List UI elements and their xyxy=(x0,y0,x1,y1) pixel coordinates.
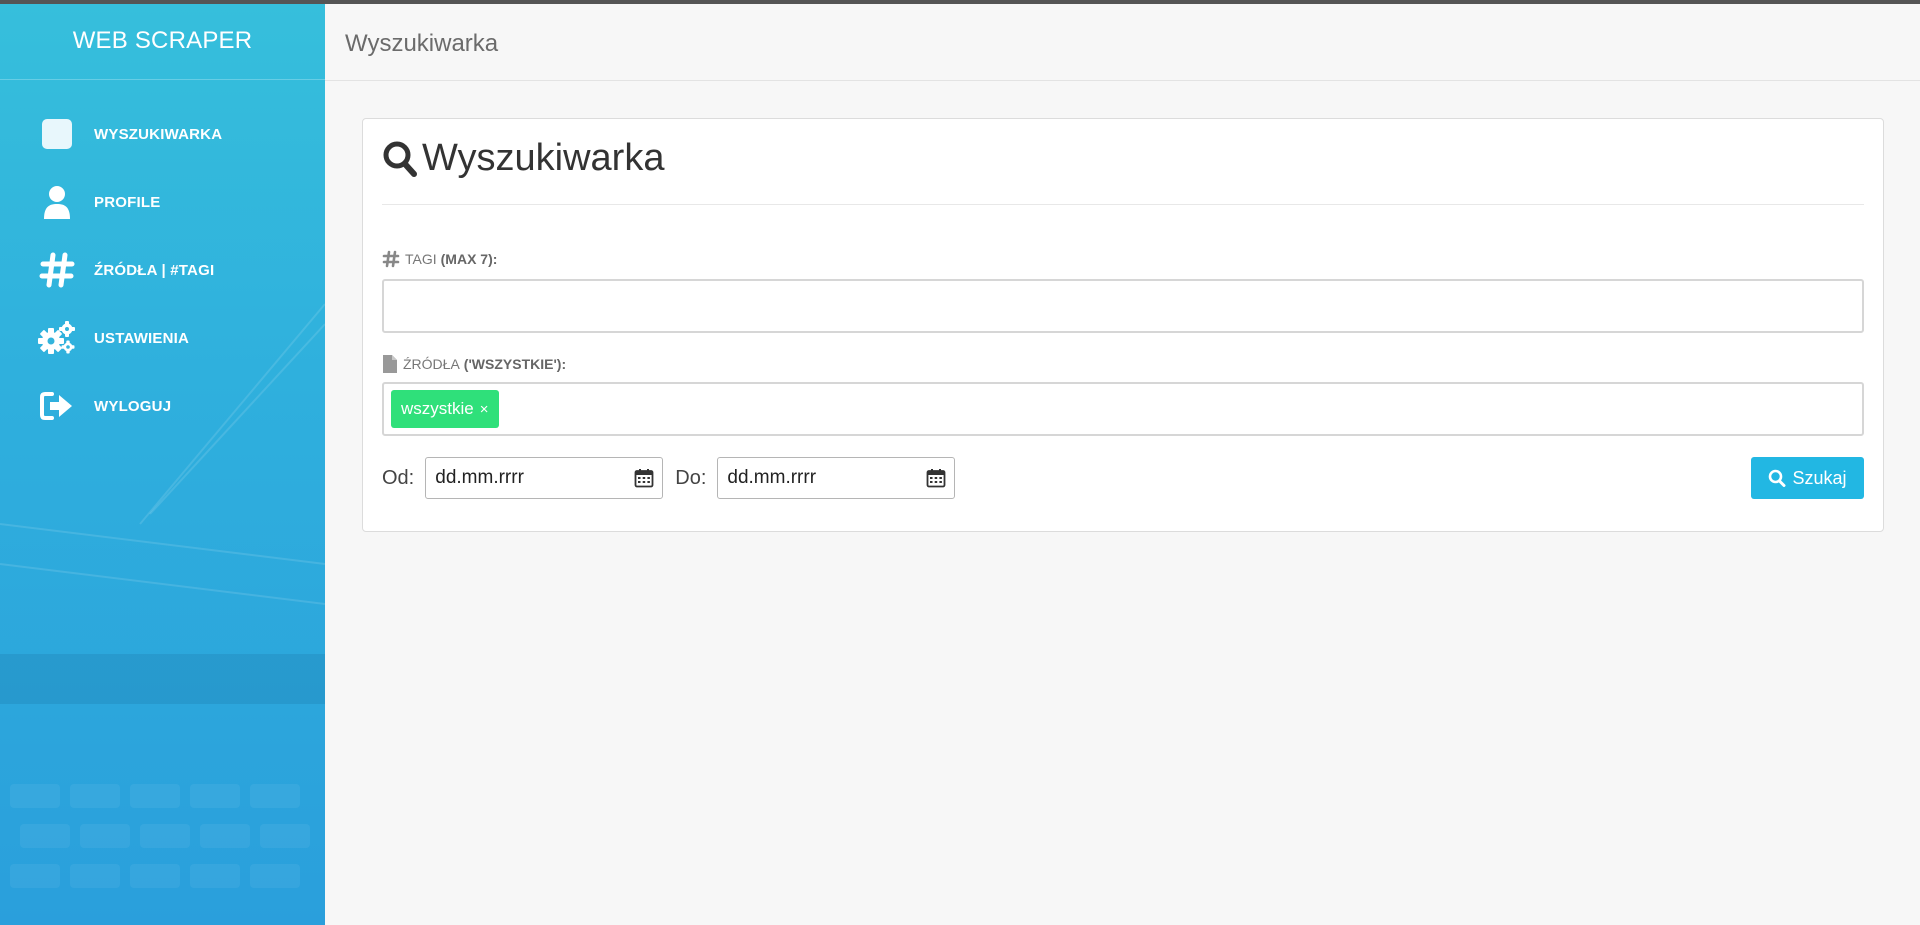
source-chip: wszystkie × xyxy=(391,390,499,428)
from-date-input[interactable]: dd.mm.rrrr xyxy=(425,457,664,499)
search-button-label: Szukaj xyxy=(1792,467,1847,488)
to-date-placeholder: dd.mm.rrrr xyxy=(727,467,817,488)
sidebar-item-wyszukiwarka[interactable]: WYSZUKIWARKA xyxy=(0,100,325,168)
from-label: Od: xyxy=(382,466,415,489)
to-date-input[interactable]: dd.mm.rrrr xyxy=(717,457,956,499)
window-top-border xyxy=(0,0,1920,4)
panel-title: Wyszukiwarka xyxy=(422,137,665,179)
sidebar-item-label: USTAWIENIA xyxy=(94,329,190,347)
divider xyxy=(382,204,1864,205)
calendar-icon[interactable] xyxy=(634,468,654,488)
tags-label-text: TAGI xyxy=(405,251,437,267)
sidebar-item-label: ŹRÓDŁA | #TAGI xyxy=(94,261,215,279)
from-date-placeholder: dd.mm.rrrr xyxy=(435,467,524,488)
to-label: Do: xyxy=(675,466,707,489)
sidebar-item-label: WYSZUKIWARKA xyxy=(94,125,223,143)
sidebar: WEB SCRAPER WYSZUKIWARKA PROFILE ŹRÓDŁA … xyxy=(0,4,325,925)
hashtag-icon xyxy=(382,250,400,268)
search-button[interactable]: Szukaj xyxy=(1751,457,1864,499)
tags-input[interactable] xyxy=(382,279,1864,333)
page-title: Wyszukiwarka xyxy=(345,30,499,57)
calendar-icon[interactable] xyxy=(926,468,946,488)
sign-out-icon xyxy=(38,387,76,425)
date-range-row: Od: dd.mm.rrrr Do: dd.mm.rrrr xyxy=(382,457,956,499)
sources-input[interactable]: wszystkie × xyxy=(382,382,1864,436)
search-icon xyxy=(383,141,417,177)
sidebar-item-ustawienia[interactable]: USTAWIENIA xyxy=(0,304,325,372)
sidebar-item-label: PROFILE xyxy=(94,193,161,211)
sidebar-item-profile[interactable]: PROFILE xyxy=(0,168,325,236)
sources-label-hint: ('WSZYSTKIE'): xyxy=(463,356,567,372)
chip-remove-button[interactable]: × xyxy=(480,401,489,418)
sources-label-text: ŹRÓDŁA xyxy=(403,356,460,372)
square-icon xyxy=(38,115,76,153)
user-icon xyxy=(38,183,76,221)
sources-field-label: ŹRÓDŁA ('WSZYSTKIE'): xyxy=(382,354,566,374)
source-chip-label: wszystkie xyxy=(401,399,474,418)
search-panel: Wyszukiwarka TAGI (MAX 7): ŹRÓDŁA ('WSZY… xyxy=(362,118,1884,532)
sidebar-item-label: WYLOGUJ xyxy=(94,397,172,415)
top-header: Wyszukiwarka xyxy=(325,4,1920,81)
hashtag-icon xyxy=(38,251,76,289)
panel-heading: Wyszukiwarka xyxy=(382,137,664,180)
sidebar-item-zrodla-tagi[interactable]: ŹRÓDŁA | #TAGI xyxy=(0,236,325,304)
app-brand[interactable]: WEB SCRAPER xyxy=(0,4,325,80)
tags-label-hint: (MAX 7): xyxy=(440,251,498,267)
sidebar-nav: WYSZUKIWARKA PROFILE ŹRÓDŁA | #TAGI USTA… xyxy=(0,100,325,440)
search-icon xyxy=(1769,469,1786,487)
file-icon xyxy=(383,355,397,373)
gears-icon xyxy=(38,319,76,357)
sidebar-item-wyloguj[interactable]: WYLOGUJ xyxy=(0,372,325,440)
tags-field-label: TAGI (MAX 7): xyxy=(382,250,497,268)
